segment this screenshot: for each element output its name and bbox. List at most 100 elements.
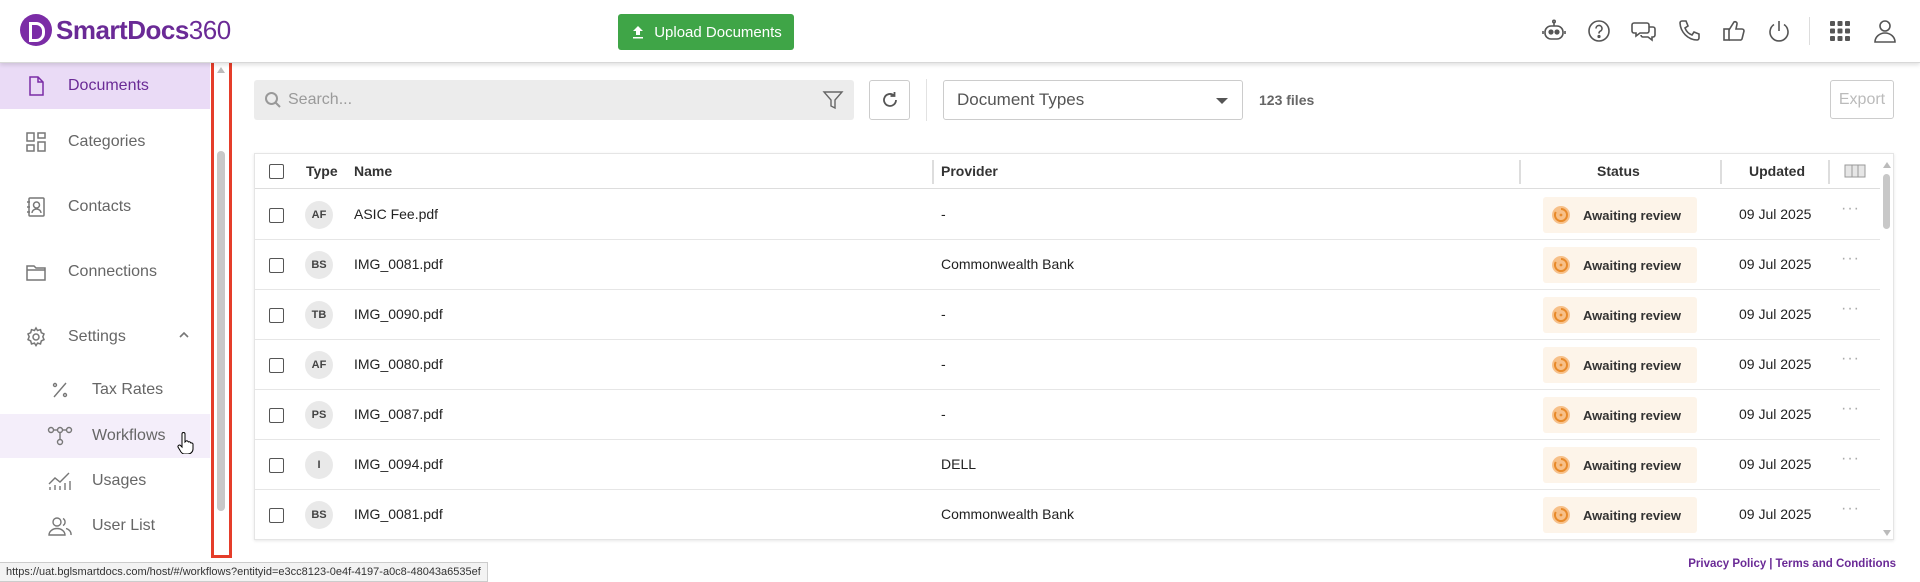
row-more-actions-icon[interactable]: ··· [1841, 450, 1860, 468]
document-name[interactable]: IMG_0087.pdf [354, 406, 443, 422]
status-label: Awaiting review [1583, 357, 1682, 373]
table-row[interactable]: PS IMG_0087.pdf - Awaiting review 09 Jul… [255, 390, 1880, 440]
column-header-type[interactable]: Type [306, 163, 338, 179]
contacts-icon [25, 196, 47, 218]
search-input[interactable] [288, 80, 788, 120]
header-separator [1809, 17, 1810, 45]
document-types-select[interactable]: Document Types [943, 80, 1243, 120]
row-checkbox[interactable] [269, 208, 284, 223]
robot-icon[interactable] [1539, 16, 1569, 46]
column-resize-handle[interactable] [1519, 160, 1521, 184]
toolbar-divider [926, 79, 927, 121]
column-resize-handle[interactable] [1720, 160, 1722, 184]
sidebar-item-label: Contacts [68, 198, 132, 215]
logo-text: SmartDocs360 [56, 14, 231, 45]
document-name[interactable]: IMG_0081.pdf [354, 256, 443, 272]
type-badge: AF [305, 201, 333, 229]
thumbs-up-icon[interactable] [1719, 16, 1749, 46]
column-resize-handle[interactable] [1828, 160, 1830, 184]
table-row[interactable]: BS IMG_0081.pdf Commonwealth Bank Awaiti… [255, 490, 1880, 539]
sidebar-item-tax-rates[interactable]: Tax Rates [0, 368, 210, 412]
row-more-actions-icon[interactable]: ··· [1841, 250, 1860, 268]
users-icon [47, 515, 73, 537]
footer-separator: | [1769, 558, 1773, 570]
type-badge: PS [305, 401, 333, 429]
smartdocs-logo[interactable]: SmartDocs360 [20, 14, 231, 46]
status-label: Awaiting review [1583, 407, 1682, 423]
column-header-updated[interactable]: Updated [1749, 163, 1805, 179]
row-checkbox[interactable] [269, 458, 284, 473]
privacy-policy-link[interactable]: Privacy Policy [1688, 558, 1766, 570]
terms-link[interactable]: Terms and Conditions [1775, 558, 1896, 570]
status-label: Awaiting review [1583, 507, 1682, 523]
scroll-up-arrow-icon[interactable] [1883, 162, 1891, 168]
table-header: Type Name Provider Status Updated [255, 154, 1880, 189]
document-name[interactable]: IMG_0094.pdf [354, 456, 443, 472]
table-row[interactable]: I IMG_0094.pdf DELL Awaiting review 09 J… [255, 440, 1880, 490]
sidebar-item-settings[interactable]: Settings [0, 308, 210, 366]
chevron-up-icon[interactable] [178, 328, 190, 340]
table-scrollbar-thumb[interactable] [1883, 174, 1890, 229]
sidebar-sub-label: Usages [92, 472, 147, 489]
provider-cell: DELL [941, 456, 977, 472]
document-name[interactable]: IMG_0090.pdf [354, 306, 443, 322]
row-more-actions-icon[interactable]: ··· [1841, 300, 1860, 318]
provider-cell: - [941, 306, 946, 322]
row-more-actions-icon[interactable]: ··· [1841, 200, 1860, 218]
row-checkbox[interactable] [269, 358, 284, 373]
power-icon[interactable] [1764, 16, 1794, 46]
document-name[interactable]: IMG_0080.pdf [354, 356, 443, 372]
status-label: Awaiting review [1583, 457, 1682, 473]
row-more-actions-icon[interactable]: ··· [1841, 400, 1860, 418]
column-chooser-icon[interactable] [1844, 163, 1866, 179]
updated-date: 09 Jul 2025 [1739, 356, 1812, 372]
sidebar-item-connections[interactable]: Connections [0, 243, 210, 301]
sidebar-item-categories[interactable]: Categories [0, 113, 210, 171]
document-name[interactable]: IMG_0081.pdf [354, 506, 443, 522]
column-header-status[interactable]: Status [1597, 163, 1640, 179]
workflow-icon [47, 425, 73, 447]
row-checkbox[interactable] [269, 508, 284, 523]
provider-cell: - [941, 406, 946, 422]
column-header-name[interactable]: Name [354, 163, 392, 179]
document-name[interactable]: ASIC Fee.pdf [354, 206, 438, 222]
pending-clock-icon [1552, 406, 1570, 424]
sidebar-sub-label: Workflows [92, 427, 166, 444]
sidebar-item-usages[interactable]: Usages [0, 459, 210, 503]
row-checkbox[interactable] [269, 408, 284, 423]
help-icon[interactable] [1584, 16, 1614, 46]
refresh-button[interactable] [869, 80, 910, 120]
status-label: Awaiting review [1583, 307, 1682, 323]
apps-grid-icon[interactable] [1825, 16, 1855, 46]
column-header-provider[interactable]: Provider [941, 163, 998, 179]
row-more-actions-icon[interactable]: ··· [1841, 500, 1860, 518]
table-row[interactable]: BS IMG_0081.pdf Commonwealth Bank Awaiti… [255, 240, 1880, 290]
table-row[interactable]: AF IMG_0080.pdf - Awaiting review 09 Jul… [255, 340, 1880, 390]
type-badge: TB [305, 301, 333, 329]
sidebar-item-user-list[interactable]: User List [0, 504, 210, 548]
row-more-actions-icon[interactable]: ··· [1841, 350, 1860, 368]
scrollbar-highlight-box [211, 58, 232, 558]
table-row[interactable]: TB IMG_0090.pdf - Awaiting review 09 Jul… [255, 290, 1880, 340]
pending-clock-icon [1552, 456, 1570, 474]
filter-icon[interactable] [822, 89, 844, 111]
column-resize-handle[interactable] [932, 160, 934, 184]
folder-icon [25, 261, 47, 283]
status-badge: Awaiting review [1543, 347, 1697, 383]
export-button[interactable]: Export [1830, 80, 1894, 119]
status-badge: Awaiting review [1543, 497, 1697, 533]
row-checkbox[interactable] [269, 308, 284, 323]
table-row[interactable]: AF ASIC Fee.pdf - Awaiting review 09 Jul… [255, 190, 1880, 240]
sidebar-item-contacts[interactable]: Contacts [0, 178, 210, 236]
user-icon[interactable] [1870, 16, 1900, 46]
provider-cell: Commonwealth Bank [941, 506, 1075, 522]
scroll-down-arrow-icon[interactable] [1883, 530, 1891, 536]
row-checkbox[interactable] [269, 258, 284, 273]
sidebar-item-documents[interactable]: Documents [0, 63, 210, 109]
phone-icon[interactable] [1674, 16, 1704, 46]
table-scrollbar[interactable] [1883, 162, 1891, 536]
chat-icon[interactable] [1629, 16, 1659, 46]
caret-down-icon [1216, 98, 1228, 104]
select-all-checkbox[interactable] [269, 164, 284, 179]
upload-documents-button[interactable]: Upload Documents [618, 14, 794, 50]
